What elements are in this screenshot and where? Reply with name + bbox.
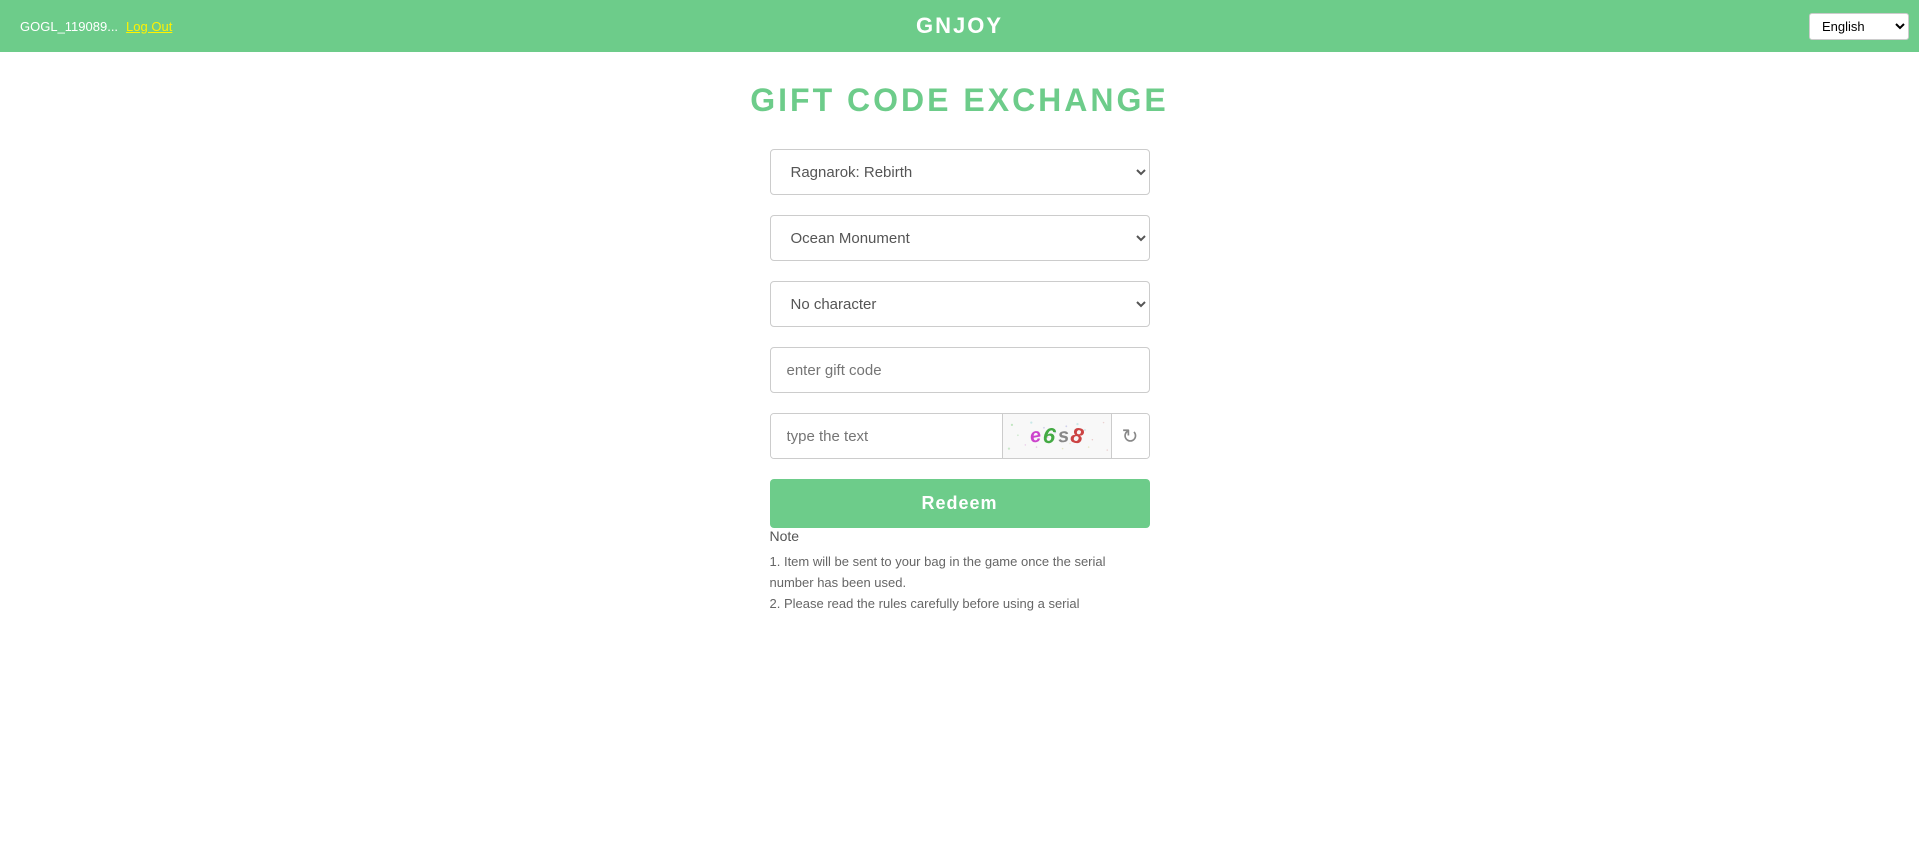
site-logo: GNJOY [916,13,1003,39]
captcha-dots-svg [1003,414,1111,458]
language-select[interactable]: English 한국어 日本語 中文 [1809,13,1909,40]
server-select[interactable]: Ocean Monument Other Server [770,215,1150,261]
captcha-input[interactable] [771,414,1002,458]
note-item-2: 2. Please read the rules carefully befor… [770,594,1150,615]
gift-code-input[interactable] [770,347,1150,393]
refresh-icon: ↻ [1122,424,1139,449]
note-title: Note [770,528,1150,544]
captcha-refresh-button[interactable]: ↻ [1111,414,1149,458]
page-title: GIFT CODE EXCHANGE [750,82,1168,119]
note-section: Note 1. Item will be sent to your bag in… [770,528,1150,614]
character-select[interactable]: No character [770,281,1150,327]
logout-button[interactable]: Log Out [126,19,172,34]
game-select[interactable]: Ragnarok: Rebirth Other Game [770,149,1150,195]
header-user: GOGL_119089... [20,19,118,34]
redeem-button[interactable]: Redeem [770,479,1150,528]
main-content: GIFT CODE EXCHANGE Ragnarok: Rebirth Oth… [0,52,1919,654]
captcha-image: e 6 s 8 [1002,414,1111,458]
captcha-row: e 6 s 8 ↻ [770,413,1150,459]
note-item-1: 1. Item will be sent to your bag in the … [770,552,1150,594]
language-selector-container: English 한국어 日本語 中文 [1809,13,1909,40]
gift-code-form: Ragnarok: Rebirth Other Game Ocean Monum… [770,149,1150,528]
header-left: GOGL_119089... Log Out [20,19,172,34]
header: GOGL_119089... Log Out GNJOY English 한국어… [0,0,1919,52]
captcha-char-3: s [1057,424,1070,448]
